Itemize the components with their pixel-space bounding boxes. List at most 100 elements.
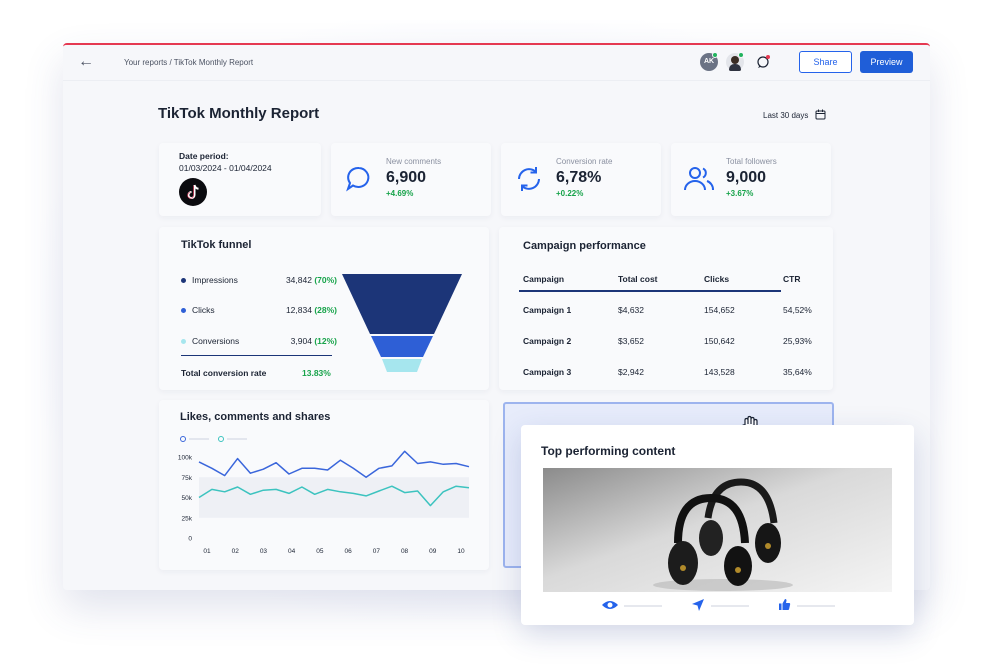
total-conversion-label: Total conversion rate xyxy=(181,368,267,378)
table-cell: $4,632 xyxy=(618,305,644,315)
table-cell: 150,642 xyxy=(704,336,735,346)
kpi-label: Total followers xyxy=(726,157,777,166)
column-header[interactable]: Clicks xyxy=(704,274,729,284)
date-range-label[interactable]: Last 30 days xyxy=(763,111,808,120)
kpi-card-total-followers: Total followers 9,000 +3.67% xyxy=(671,143,831,216)
bullet-icon xyxy=(181,339,186,345)
top-content-title: Top performing content xyxy=(541,444,676,458)
breadcrumb[interactable]: Your reports / TikTok Monthly Report xyxy=(124,58,253,67)
table-cell: 25,93% xyxy=(783,336,812,346)
avatar-face-icon xyxy=(731,56,739,64)
divider xyxy=(181,355,332,356)
x-tick-label: 02 xyxy=(232,548,240,555)
x-tick-label: 06 xyxy=(344,548,352,555)
y-tick-label: 100k xyxy=(178,455,193,462)
top-bar: ← Your reports / TikTok Monthly Report A… xyxy=(63,45,930,81)
metric-bar xyxy=(711,605,749,607)
table-cell: $2,942 xyxy=(618,367,644,377)
preview-button[interactable]: Preview xyxy=(860,51,913,73)
total-conversion-value: 13.83% xyxy=(302,368,331,378)
eye-icon xyxy=(602,601,618,609)
share-button[interactable]: Share xyxy=(799,51,852,73)
date-period-label: Date period: xyxy=(179,151,229,161)
x-tick-label: 10 xyxy=(457,548,465,555)
column-header[interactable]: Campaign xyxy=(523,274,564,284)
table-cell: $3,652 xyxy=(618,336,644,346)
funnel-row: Conversions xyxy=(181,336,239,346)
table-cell: 54,52% xyxy=(783,305,812,315)
y-tick-label: 25k xyxy=(182,515,193,522)
date-period-card: Date period: 01/03/2024 - 01/04/2024 xyxy=(159,143,321,216)
page-title: TikTok Monthly Report xyxy=(158,105,320,122)
series-line-1[interactable] xyxy=(198,450,470,479)
funnel-title: TikTok funnel xyxy=(181,239,252,251)
send-icon xyxy=(692,599,704,611)
metric-bar xyxy=(624,605,662,607)
date-period-value: 01/03/2024 - 01/04/2024 xyxy=(179,163,272,173)
kpi-value: 6,900 xyxy=(386,169,427,186)
column-header[interactable]: CTR xyxy=(783,274,800,284)
avatar-user[interactable] xyxy=(726,52,744,71)
kpi-change: +3.67% xyxy=(726,189,754,198)
funnel-stage-clicks xyxy=(371,336,433,357)
calendar-icon[interactable] xyxy=(815,109,826,120)
chart-band xyxy=(199,477,469,518)
funnel-stage-impressions xyxy=(342,274,462,334)
tiktok-logo-icon xyxy=(179,178,207,206)
funnel-row-label: Impressions xyxy=(192,275,238,285)
back-arrow-icon[interactable]: ← xyxy=(78,53,94,71)
bullet-icon xyxy=(181,308,186,314)
table-cell: 154,652 xyxy=(704,305,735,315)
x-tick-label: 01 xyxy=(203,548,211,555)
comment-icon xyxy=(346,166,370,192)
x-tick-label: 04 xyxy=(288,548,296,555)
kpi-card-conversion-rate: Conversion rate 6,78% +0.22% xyxy=(501,143,661,216)
campaign-title: Campaign performance xyxy=(523,240,646,252)
table-cell: Campaign 1 xyxy=(523,305,572,315)
funnel-row: Clicks xyxy=(181,305,215,315)
online-status-icon xyxy=(738,52,744,58)
y-tick-label: 0 xyxy=(188,536,192,543)
chat-icon[interactable] xyxy=(756,55,770,69)
funnel-row-label: Clicks xyxy=(192,305,215,315)
refresh-icon xyxy=(518,167,540,191)
table-cell: 35,64% xyxy=(783,367,812,377)
funnel-row-percent: (70%) xyxy=(314,275,337,285)
funnel-card: TikTok funnel Impressions 34,842 (70%) C… xyxy=(159,227,489,390)
funnel-row: Impressions xyxy=(181,275,238,285)
avatar[interactable]: AK xyxy=(700,52,718,71)
thumbs-up-icon xyxy=(779,599,791,610)
legend-marker[interactable] xyxy=(180,436,186,442)
users-icon xyxy=(684,167,714,191)
online-status-icon xyxy=(712,52,718,58)
likes-card: Likes, comments and shares 100k 75k 50k 25k… xyxy=(159,400,489,570)
funnel-row-label: Conversions xyxy=(192,336,240,346)
kpi-value: 6,78% xyxy=(556,169,602,186)
metric-bar xyxy=(797,605,835,607)
headphones-image xyxy=(543,468,892,592)
legend-marker[interactable] xyxy=(218,436,224,442)
funnel-graphic xyxy=(342,274,462,372)
x-tick-label: 08 xyxy=(401,548,409,555)
funnel-row-percent: (12%) xyxy=(314,336,337,346)
kpi-label: Conversion rate xyxy=(556,157,613,166)
funnel-row-value: 3,904 (12%) xyxy=(247,336,337,346)
funnel-row-value: 12,834 (28%) xyxy=(247,305,337,315)
kpi-change: +0.22% xyxy=(556,189,584,198)
funnel-row-percent: (28%) xyxy=(314,305,337,315)
bullet-icon xyxy=(181,278,186,284)
x-tick-label: 09 xyxy=(429,548,437,555)
y-tick-label: 75k xyxy=(182,475,193,482)
x-tick-label: 05 xyxy=(316,548,324,555)
x-tick-label: 07 xyxy=(373,548,381,555)
kpi-value: 9,000 xyxy=(726,169,767,186)
funnel-row-value: 34,842 (70%) xyxy=(247,275,337,285)
kpi-card-new-comments: New comments 6,900 +4.69% xyxy=(331,143,491,216)
top-performing-content-card[interactable]: Top performing content xyxy=(521,425,914,625)
table-cell: Campaign 3 xyxy=(523,367,572,377)
funnel-row-number: 12,834 xyxy=(285,305,312,315)
x-tick-label: 03 xyxy=(260,548,268,555)
campaign-card: Campaign performance Campaign Total cost… xyxy=(499,227,833,390)
avatar-body-icon xyxy=(729,64,741,71)
column-header[interactable]: Total cost xyxy=(618,274,658,284)
